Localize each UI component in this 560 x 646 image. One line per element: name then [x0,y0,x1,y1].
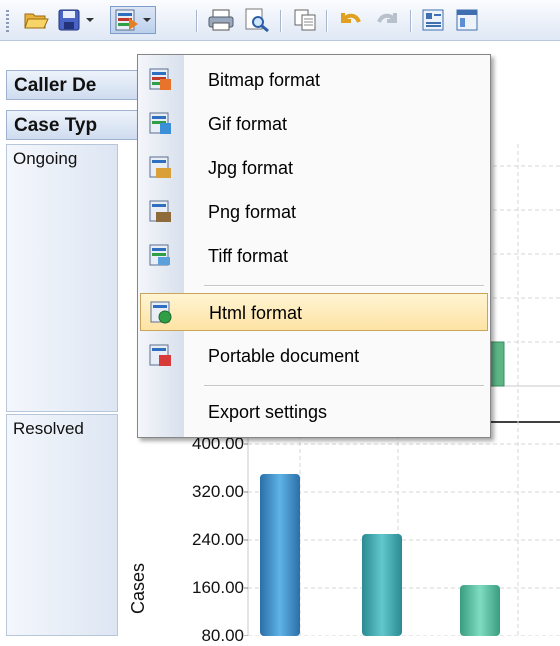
y-tick-label: 80.00 [201,626,244,645]
menu-separator [204,385,484,386]
toolbar-grip[interactable] [6,10,9,32]
menu-item-gif-format[interactable]: Gif format [140,105,488,143]
menu-item-label: Png format [208,202,297,222]
export-icon [115,9,138,31]
menu-item-label: Export settings [208,402,328,422]
export-button[interactable] [110,6,156,34]
menu-item-export-settings[interactable]: Export settings [140,393,488,431]
case-type-field-header[interactable]: Case Typ [6,110,138,140]
save-icon[interactable] [56,6,82,34]
row-header-resolved[interactable]: Resolved [6,414,118,636]
print-preview-icon[interactable] [242,6,272,34]
tiff-icon [149,244,170,266]
resolved-bar[interactable] [260,474,300,636]
export-format-menu: Bitmap format Gif format Jpg format Png … [137,54,491,438]
pdf-icon [149,344,171,366]
y-tick-label: 320.00 [192,482,244,501]
menu-item-label: Bitmap format [208,70,321,90]
toolbar-separator [326,10,327,32]
png-icon [149,200,171,222]
menu-item-html-format[interactable]: Html format [140,293,488,331]
toolbar-separator [280,10,281,32]
gif-icon [149,112,171,134]
menu-item-label: Jpg format [208,158,294,178]
menu-separator [204,285,484,286]
row-label-resolved: Resolved [13,419,84,438]
toolbar-separator [410,10,411,32]
menu-item-jpg-format[interactable]: Jpg format [140,149,488,187]
chart-options-icon[interactable] [452,6,482,34]
print-icon[interactable] [206,6,236,34]
copy-icon[interactable] [290,6,320,34]
menu-item-label: Portable document [208,346,360,366]
caller-details-field-header[interactable]: Caller De [6,70,138,100]
bitmap-icon [149,68,171,90]
menu-item-tiff-format[interactable]: Tiff format [140,237,488,275]
y-tick-label: 160.00 [192,578,244,597]
menu-item-label: Html format [209,303,303,323]
toolbar-separator [196,10,197,32]
resolved-bar[interactable] [460,585,500,636]
open-folder-icon[interactable] [22,6,52,34]
redo-icon [372,6,402,34]
html-icon [150,301,172,324]
menu-item-label: Gif format [208,114,288,134]
jpg-icon [149,156,171,178]
undo-icon[interactable] [336,6,366,34]
y-tick-label: 240.00 [192,530,244,549]
menu-item-portable-document[interactable]: Portable document [140,337,488,375]
row-label-ongoing: Ongoing [13,149,78,168]
resolved-panel [244,414,560,636]
menu-item-png-format[interactable]: Png format [140,193,488,231]
toolbar [0,0,560,41]
field-list-icon[interactable] [418,6,448,34]
menu-item-bitmap-format[interactable]: Bitmap format [140,61,488,99]
row-header-ongoing[interactable]: Ongoing [6,144,118,412]
save-dropdown-arrow[interactable] [84,6,96,34]
y-axis-label: Cases [128,562,148,614]
resolved-bar[interactable] [362,534,402,636]
menu-item-label: Tiff format [208,246,289,266]
